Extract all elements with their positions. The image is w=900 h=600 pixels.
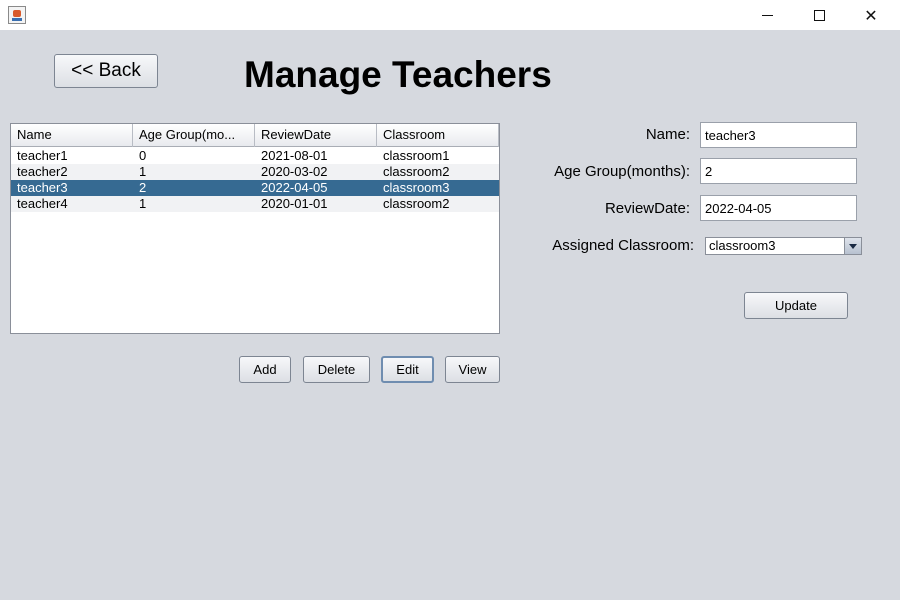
- cell-review-date: 2021-08-01: [261, 148, 328, 163]
- cell-age-group: 2: [139, 180, 147, 195]
- minimize-button[interactable]: [744, 0, 790, 30]
- minimize-icon: [761, 14, 773, 16]
- maximize-button[interactable]: [796, 0, 842, 30]
- name-label: Name:: [645, 126, 690, 143]
- cell-name: teacher3: [17, 180, 68, 195]
- cell-age-group: 0: [139, 148, 147, 163]
- add-button[interactable]: Add: [239, 356, 291, 383]
- table-row[interactable]: teacher2 1 2020-03-02 classroom2: [11, 164, 499, 180]
- table-header: Name Age Group(mo... ReviewDate Classroo…: [11, 124, 499, 147]
- delete-button[interactable]: Delete: [303, 356, 370, 383]
- classroom-dropdown[interactable]: classroom3: [705, 237, 862, 255]
- name-field[interactable]: [700, 122, 857, 148]
- column-header-review-date[interactable]: ReviewDate: [255, 124, 377, 147]
- cell-name: teacher2: [17, 164, 68, 179]
- edit-button[interactable]: Edit: [381, 356, 434, 383]
- column-header-name[interactable]: Name: [11, 124, 133, 147]
- close-button[interactable]: ✕: [848, 0, 894, 30]
- maximize-icon: [813, 9, 825, 21]
- assigned-classroom-label: Assigned Classroom:: [552, 237, 694, 254]
- table-body: teacher1 0 2021-08-01 classroom1 teacher…: [11, 148, 499, 212]
- cell-review-date: 2020-03-02: [261, 164, 328, 179]
- cell-age-group: 1: [139, 164, 147, 179]
- update-button[interactable]: Update: [744, 292, 848, 319]
- cell-name: teacher4: [17, 196, 68, 211]
- column-header-classroom[interactable]: Classroom: [377, 124, 499, 147]
- review-date-label: ReviewDate:: [604, 200, 690, 217]
- cell-classroom: classroom2: [383, 196, 450, 211]
- column-header-age-group[interactable]: Age Group(mo...: [133, 124, 255, 147]
- view-button[interactable]: View: [445, 356, 500, 383]
- cell-review-date: 2022-04-05: [261, 180, 328, 195]
- age-group-field[interactable]: [700, 158, 857, 184]
- age-group-label: Age Group(months):: [554, 163, 690, 180]
- table-row[interactable]: teacher4 1 2020-01-01 classroom2: [11, 196, 499, 212]
- cell-classroom: classroom2: [383, 164, 450, 179]
- table-row[interactable]: teacher1 0 2021-08-01 classroom1: [11, 148, 499, 164]
- cell-classroom: classroom3: [383, 180, 450, 195]
- teachers-table[interactable]: Name Age Group(mo... ReviewDate Classroo…: [10, 123, 500, 334]
- cell-classroom: classroom1: [383, 148, 450, 163]
- title-bar: ✕: [0, 0, 900, 30]
- review-date-field[interactable]: [700, 195, 857, 221]
- cell-review-date: 2020-01-01: [261, 196, 328, 211]
- cell-name: teacher1: [17, 148, 68, 163]
- classroom-dropdown-value: classroom3: [709, 238, 776, 253]
- table-row-selected[interactable]: teacher3 2 2022-04-05 classroom3: [11, 180, 499, 196]
- back-button[interactable]: << Back: [54, 54, 158, 88]
- cell-age-group: 1: [139, 196, 147, 211]
- page-title: Manage Teachers: [244, 54, 552, 95]
- close-icon: ✕: [864, 5, 878, 25]
- java-app-icon: [8, 6, 26, 24]
- chevron-down-icon[interactable]: [844, 238, 861, 254]
